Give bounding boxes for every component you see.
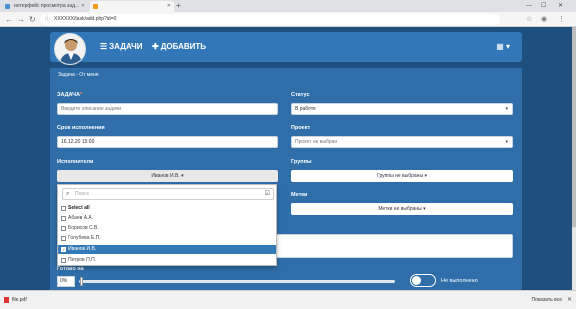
task-input[interactable]: Введите описание задачи — [57, 103, 278, 115]
search-icon: ⌕ — [66, 191, 70, 197]
status-select[interactable]: В работе ▾ — [291, 103, 513, 115]
tab-title: интерфейс просмотра зад... — [14, 3, 80, 9]
dropdown-item-selected[interactable]: ✓ Иванов И.В. — [58, 245, 276, 254]
checkbox-icon — [61, 236, 66, 241]
deadline-input[interactable]: 16.12.20 15:00 — [57, 136, 278, 148]
toggle-label: Не выполнено — [441, 278, 478, 284]
project-select[interactable]: Проект не выбран ▾ — [291, 136, 513, 148]
info-icon[interactable]: ⓘ — [45, 14, 50, 25]
tab-favicon-icon — [5, 4, 10, 9]
readiness-value-input[interactable]: 0% — [57, 276, 75, 287]
extension-icon[interactable]: ◉ — [541, 14, 547, 25]
tab-close-icon[interactable]: ✕ — [167, 1, 171, 12]
grid-menu-button[interactable]: ▦ ▾ — [496, 41, 510, 53]
browser-tabbar: интерфейс просмотра зад... ✕ ✕ + — ☐ ✕ — [0, 0, 576, 12]
dropdown-search-input[interactable]: ⌕ Поиск ☑ — [62, 188, 274, 200]
close-icon[interactable]: ✕ — [567, 295, 572, 305]
dropdown-item[interactable]: Абаев А.А. — [58, 214, 276, 223]
address-text: XXXXXX/task/add.php?id=0 — [54, 16, 117, 22]
minimize-button[interactable]: — — [526, 0, 532, 12]
tags-select-button[interactable]: Метки не выбраны ▾ — [291, 203, 513, 215]
plus-icon: ✚ — [152, 42, 159, 51]
download-file-name: file.pdf — [12, 297, 27, 303]
show-all-downloads-link[interactable]: Показать все — [531, 295, 562, 305]
groups-label: Группы — [291, 159, 312, 165]
list-icon: ☰ — [100, 42, 108, 51]
forward-arrow-icon[interactable]: → — [17, 14, 25, 25]
star-icon[interactable]: ☆ — [526, 14, 532, 25]
chevron-down-icon: ▾ — [505, 42, 510, 51]
readiness-slider-track[interactable] — [79, 280, 395, 283]
readiness-label: Готово на — [57, 266, 84, 272]
groups-select-button[interactable]: Группы не выбраны ▾ — [291, 170, 513, 182]
deadline-label: Срок исполнения — [57, 125, 105, 131]
browser-toolbar: ← → ↻ ⓘ XXXXXX/task/add.php?id=0 ☆ ◉ ⋮ — [0, 12, 576, 27]
nav-add-label: ДОБАВИТЬ — [160, 42, 207, 51]
chevron-down-icon: ▾ — [423, 206, 426, 212]
executors-dropdown: ⌕ Поиск ☑ Select all Абаев А.А. Борисов … — [57, 184, 277, 266]
close-window-button[interactable]: ✕ — [558, 0, 563, 12]
chevron-down-icon: ▾ — [181, 173, 184, 179]
task-label: ЗАДАЧА* — [57, 92, 83, 98]
panel-title: Задача - От меня — [58, 72, 99, 78]
checkbox-icon — [61, 206, 66, 211]
check-all-icon[interactable]: ☑ — [265, 189, 270, 199]
avatar[interactable] — [54, 33, 86, 65]
chevron-down-icon: ▾ — [424, 173, 427, 179]
menu-icon[interactable]: ⋮ — [558, 14, 565, 25]
grid-icon: ▦ — [496, 42, 504, 51]
executors-label: Исполнители — [57, 159, 94, 165]
toggle-knob — [412, 276, 421, 285]
checkbox-checked-icon: ✓ — [61, 247, 66, 252]
dropdown-item[interactable]: Борисов С.В. — [58, 224, 276, 233]
dropdown-item[interactable]: Петров П.П. — [58, 256, 276, 265]
download-item[interactable]: file.pdf — [4, 295, 27, 305]
nav-tasks-link[interactable]: ☰ ЗАДАЧИ — [100, 41, 143, 53]
chevron-down-icon: ▾ — [505, 139, 508, 145]
checkbox-icon — [61, 226, 66, 231]
maximize-button[interactable]: ☐ — [541, 0, 546, 12]
app-navbar: ☰ ЗАДАЧИ ✚ ДОБАВИТЬ ▦ ▾ — [50, 32, 522, 65]
checkbox-icon — [61, 216, 66, 221]
readiness-slider-handle[interactable] — [80, 277, 83, 286]
reload-icon[interactable]: ↻ — [29, 14, 36, 25]
back-arrow-icon[interactable]: ← — [5, 14, 13, 25]
page-scrollbar[interactable] — [572, 27, 576, 290]
browser-tab-2[interactable]: ✕ — [90, 1, 174, 12]
download-bar: file.pdf Показать все ✕ — [0, 290, 576, 309]
search-placeholder: Поиск — [75, 191, 89, 197]
tags-label: Метки — [291, 192, 308, 198]
dropdown-item-select-all[interactable]: Select all — [58, 204, 276, 213]
tab-favicon-icon — [93, 4, 98, 9]
status-label: Статус — [291, 92, 310, 98]
address-bar[interactable]: ⓘ XXXXXX/task/add.php?id=0 — [40, 14, 500, 25]
nav-add-link[interactable]: ✚ ДОБАВИТЬ — [152, 41, 206, 53]
scrollbar-thumb[interactable] — [572, 27, 576, 227]
checkbox-icon — [61, 258, 66, 263]
executors-select-button[interactable]: Иванов И.В. ▾ — [57, 170, 278, 182]
new-tab-button[interactable]: + — [176, 1, 181, 11]
tab-close-icon[interactable]: ✕ — [81, 1, 85, 12]
chevron-down-icon: ▾ — [505, 106, 508, 112]
project-label: Проект — [291, 125, 311, 131]
nav-tasks-label: ЗАДАЧИ — [109, 42, 143, 51]
completion-toggle[interactable] — [410, 274, 436, 287]
browser-tab-1[interactable]: интерфейс просмотра зад... ✕ — [2, 1, 88, 12]
pdf-file-icon — [4, 297, 9, 303]
dropdown-item[interactable]: Голубева Е.П. — [58, 234, 276, 243]
